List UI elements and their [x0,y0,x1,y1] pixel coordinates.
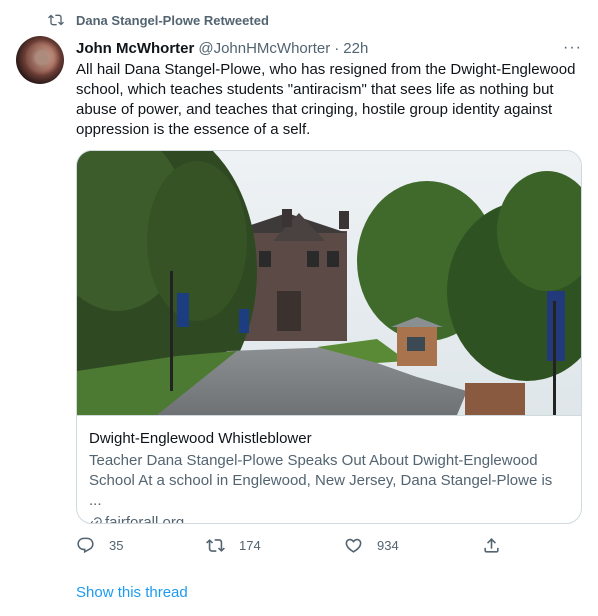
card-domain[interactable]: fairforall.org [89,513,567,523]
card-description-line-1: Teacher Dana Stangel-Plowe Speaks Out Ab… [89,452,538,469]
separator-dot: · [334,39,340,57]
retweet-context[interactable]: Dana Stangel-Plowe Retweeted [48,10,269,30]
retweet-button[interactable]: 174 [206,536,261,555]
retweet-icon [48,14,64,26]
retweet-count: 174 [239,538,261,553]
like-count: 934 [377,538,399,553]
reply-count: 35 [109,538,124,553]
author-handle[interactable]: @JohnHMcWhorter [198,40,330,57]
card-text[interactable]: Dwight-Englewood Whistleblower Teacher D… [89,429,567,523]
tweet-actions: 35 174 934 [76,536,506,560]
tweet-time[interactable]: 22h [343,40,368,57]
show-thread-link[interactable]: Show this thread [76,584,188,601]
card-divider [77,415,581,416]
retweet-action-icon [206,539,225,552]
like-button[interactable]: 934 [344,536,399,555]
tweet-header: John McWhorter @JohnHMcWhorter · 22h ··· [76,38,582,58]
author-name[interactable]: John McWhorter [76,40,194,57]
retweet-label[interactable]: Dana Stangel-Plowe Retweeted [76,13,269,28]
share-button[interactable] [482,536,501,555]
share-icon [484,538,499,553]
card-description-line-2: School At a school in Englewood, New Jer… [89,472,553,509]
reply-icon [77,537,94,554]
card-title[interactable]: Dwight-Englewood Whistleblower [89,429,567,449]
card-domain-text[interactable]: fairforall.org [105,513,184,523]
tweet-text: All hail Dana Stangel-Plowe, who has res… [76,61,576,138]
heart-icon [345,538,362,553]
link-icon [90,517,102,523]
more-options-icon[interactable]: ··· [563,39,582,57]
reply-button[interactable]: 35 [76,536,123,555]
link-card[interactable]: Dwight-Englewood Whistleblower Teacher D… [76,150,582,524]
avatar[interactable] [16,36,64,84]
card-image[interactable] [77,151,581,415]
